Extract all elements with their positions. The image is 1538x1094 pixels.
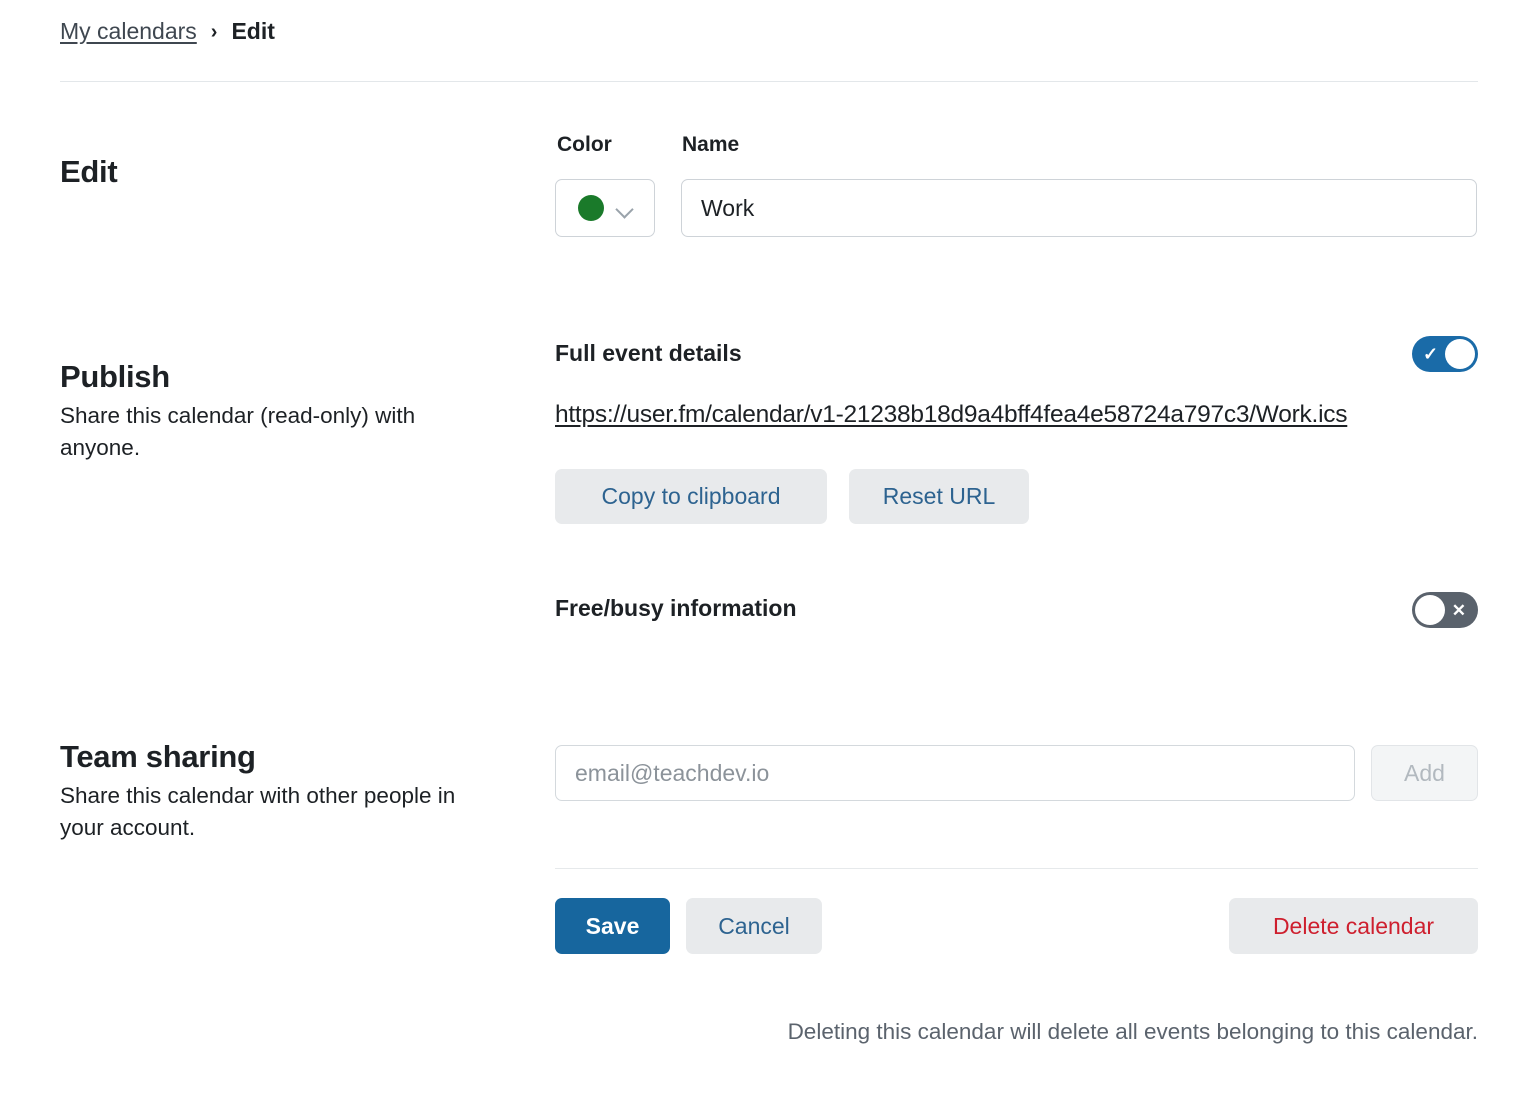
label-name: Name	[682, 133, 740, 156]
calendar-name-input[interactable]	[681, 179, 1477, 237]
toggle-free-busy-information[interactable]: ✕	[1412, 592, 1478, 628]
green-circle-swatch-icon	[577, 195, 604, 221]
actions-divider	[555, 868, 1478, 869]
section-title-team-sharing: Team sharing	[60, 738, 256, 774]
toggle-full-event-details[interactable]: ✓	[1412, 336, 1478, 372]
toggle-knob	[1445, 339, 1475, 369]
label-free-busy-information: Free/busy information	[555, 595, 797, 621]
label-full-event-details: Full event details	[555, 340, 742, 366]
breadcrumb-link-my-calendars[interactable]: My calendars	[60, 18, 197, 45]
section-title-publish: Publish	[60, 358, 170, 394]
toggle-knob	[1415, 595, 1445, 625]
delete-calendar-button[interactable]: Delete calendar	[1229, 898, 1478, 954]
section-description-publish: Share this calendar (read-only) with any…	[60, 403, 416, 461]
add-member-button[interactable]: Add	[1371, 745, 1478, 801]
breadcrumb-separator-icon: ›	[210, 20, 218, 43]
breadcrumb-current-edit: Edit	[231, 18, 275, 44]
color-select[interactable]	[555, 179, 655, 237]
calendar-ics-url-link[interactable]: https://user.fm/calendar/v1-21238b18d9a4…	[555, 401, 1348, 429]
save-button[interactable]: Save	[555, 898, 670, 954]
label-color: Color	[557, 133, 612, 156]
delete-warning-text: Deleting this calendar will delete all e…	[787, 1019, 1478, 1044]
chevron-down-icon	[616, 203, 633, 213]
cancel-button[interactable]: Cancel	[686, 898, 822, 954]
header-divider	[60, 81, 1478, 82]
section-description-team-sharing: Share this calendar with other people in…	[60, 783, 456, 841]
close-icon: ✕	[1451, 601, 1466, 620]
check-icon: ✓	[1423, 344, 1439, 364]
reset-url-button[interactable]: Reset URL	[849, 469, 1029, 524]
copy-to-clipboard-button[interactable]: Copy to clipboard	[555, 469, 827, 524]
breadcrumb: My calendars › Edit	[60, 18, 275, 45]
team-email-input[interactable]	[555, 745, 1355, 801]
section-title-edit: Edit	[60, 153, 118, 189]
